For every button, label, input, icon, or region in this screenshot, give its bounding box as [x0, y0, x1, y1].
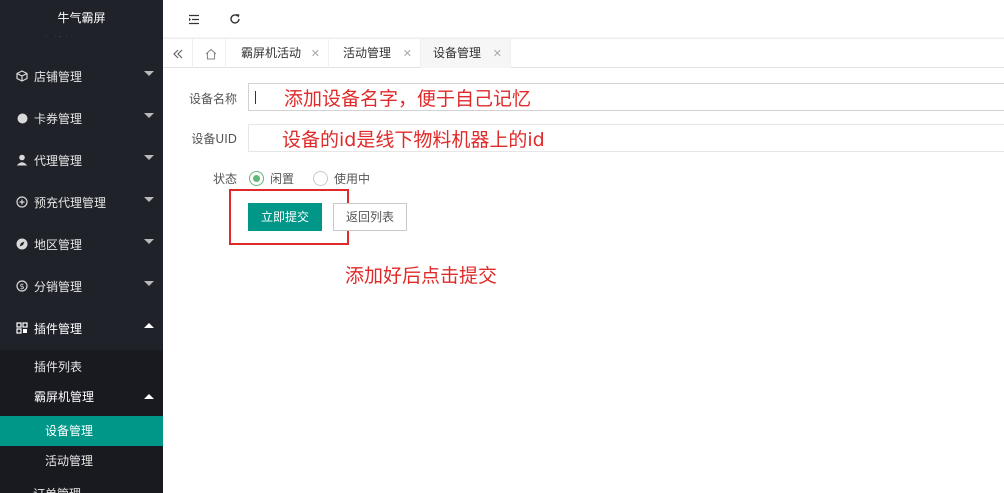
sidebar-item-agent[interactable]: 代理管理: [0, 139, 163, 181]
sidebar-item-device-mgmt[interactable]: 设备管理: [0, 416, 163, 446]
device-name-hint: 添加设备名字，便于自己记忆: [284, 88, 532, 110]
refresh-icon[interactable]: [225, 9, 245, 29]
radio-checked-icon: [249, 171, 264, 186]
circle-icon: [15, 111, 29, 125]
sidebar-item-partial-bottom[interactable]: 订单管理: [0, 479, 163, 493]
chevron-up-icon: [144, 323, 154, 328]
app-logo: 牛气霸屏: [0, 0, 163, 36]
cube-icon: [15, 69, 29, 83]
radio-unchecked-icon: [313, 171, 328, 186]
chevron-down-icon: [144, 71, 154, 76]
home-icon[interactable]: [196, 39, 226, 68]
shrink-icon[interactable]: [184, 9, 204, 29]
svg-text:$: $: [19, 282, 24, 291]
status-radio-idle[interactable]: 闲置: [249, 170, 294, 187]
chevron-down-icon: [144, 281, 154, 286]
sidebar-item-prepaid-agent[interactable]: 预充代理管理: [0, 181, 163, 223]
sidebar-item-label: 预充代理管理: [34, 195, 107, 210]
sidebar-item-label: 地区管理: [34, 237, 83, 252]
tab-bar: 霸屏机活动 ✕ 活动管理 ✕ 设备管理 ✕: [163, 38, 1004, 68]
chevron-down-icon: [144, 113, 154, 118]
sidebar-item-label: 卡券管理: [34, 111, 83, 126]
sidebar-item-screen-machine[interactable]: 霸屏机管理: [0, 382, 163, 412]
device-name-label: 设备名称: [188, 92, 237, 106]
dollar-icon: $: [15, 279, 29, 293]
tab-screen-activity[interactable]: 霸屏机活动 ✕: [229, 39, 329, 68]
close-icon[interactable]: ✕: [493, 39, 502, 68]
sidebar-item-label: 插件管理: [34, 321, 83, 336]
submit-button[interactable]: 立即提交: [248, 203, 323, 231]
sidebar-item-label: 店铺管理: [34, 69, 83, 84]
sidebar-item-plugins[interactable]: 插件管理: [0, 307, 163, 349]
compass-icon: [15, 237, 29, 251]
plus-circle-icon: [15, 195, 29, 209]
device-uid-hint: 设备的id是线下物料机器上的id: [282, 129, 545, 151]
device-uid-label: 设备UID: [191, 132, 237, 146]
text-caret: [255, 91, 256, 104]
sidebar-item-label: 分销管理: [34, 279, 83, 294]
top-header: [163, 0, 1004, 38]
sidebar: 公其管理 牛气霸屏 店铺管理 卡券管理 代理管理: [0, 0, 163, 493]
sidebar-item-region[interactable]: 地区管理: [0, 223, 163, 265]
chevron-down-icon: [144, 239, 154, 244]
user-icon: [15, 153, 29, 167]
device-form-panel: 设备名称 添加设备名字，便于自己记忆 设备UID 设备的id是线下物料机器上的i…: [163, 68, 1004, 493]
sidebar-item-label: 订单管理: [33, 485, 81, 493]
submit-hint: 添加好后点击提交: [345, 265, 498, 287]
chevron-up-icon: [144, 394, 154, 399]
double-chevron-left-icon[interactable]: [163, 39, 193, 68]
back-to-list-button[interactable]: 返回列表: [333, 203, 408, 231]
sidebar-item-shop[interactable]: 店铺管理: [0, 55, 163, 97]
chevron-down-icon: [144, 197, 154, 202]
tab-label: 活动管理: [343, 46, 392, 60]
close-icon[interactable]: ✕: [311, 39, 320, 68]
chevron-down-icon: [144, 155, 154, 160]
sidebar-item-label: 代理管理: [34, 153, 83, 168]
sidebar-item-plugin-list[interactable]: 插件列表: [0, 352, 163, 382]
status-radio-in-use[interactable]: 使用中: [313, 170, 370, 187]
close-icon[interactable]: ✕: [403, 39, 412, 68]
plugin-submenu: 插件列表 霸屏机管理 设备管理 活动管理 订单管理: [0, 350, 163, 493]
sidebar-item-activity-mgmt[interactable]: 活动管理: [0, 446, 163, 476]
tab-activity-mgmt[interactable]: 活动管理 ✕: [331, 39, 421, 68]
status-label: 状态: [212, 172, 237, 186]
sidebar-item-coupon[interactable]: 卡券管理: [0, 97, 163, 139]
tab-device-mgmt[interactable]: 设备管理 ✕: [421, 39, 511, 68]
apps-icon: [15, 321, 29, 335]
sidebar-item-label: 霸屏机管理: [34, 390, 95, 404]
tab-label: 设备管理: [433, 46, 482, 60]
tab-label: 霸屏机活动: [241, 46, 302, 60]
sidebar-item-distribution[interactable]: $ 分销管理: [0, 265, 163, 307]
